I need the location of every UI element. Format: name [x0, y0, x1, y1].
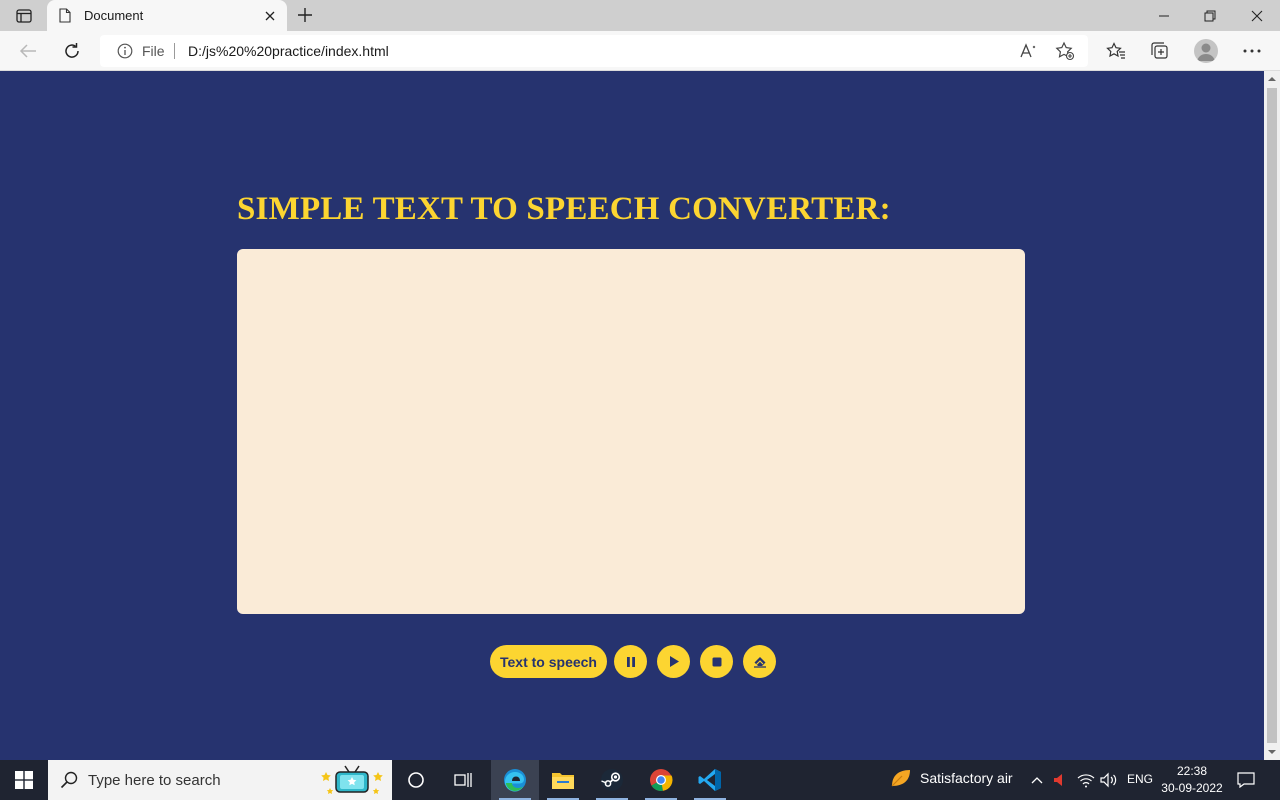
new-tab-button[interactable] [294, 4, 316, 26]
steam-icon [601, 769, 623, 791]
chevron-up-icon [1031, 777, 1043, 784]
air-quality-leaf-icon [891, 770, 910, 787]
play-button[interactable] [657, 645, 690, 678]
page-viewport: SIMPLE TEXT TO SPEECH CONVERTER: Text to… [0, 71, 1264, 760]
tab-close-button[interactable] [261, 7, 279, 25]
collections-button[interactable] [1145, 36, 1175, 66]
scroll-down-button[interactable] [1264, 744, 1280, 760]
show-hidden-icons-button[interactable] [1027, 770, 1047, 790]
stop-button[interactable] [700, 645, 733, 678]
info-icon[interactable] [117, 43, 133, 59]
notification-center-button[interactable] [1232, 768, 1260, 792]
minimize-icon [1159, 15, 1169, 16]
search-highlight-tv-icon [321, 765, 383, 794]
browser-tab-bar: Document [0, 0, 1280, 31]
favorites-button[interactable] [1101, 36, 1131, 66]
read-aloud-icon [1020, 43, 1036, 58]
taskbar-steam[interactable] [588, 760, 636, 800]
read-aloud-button[interactable] [1017, 40, 1041, 62]
star-add-icon [1055, 41, 1075, 61]
close-icon [1251, 10, 1263, 21]
volume-icon [1100, 772, 1117, 788]
collections-icon [1151, 42, 1168, 59]
pause-icon [626, 656, 635, 667]
pause-button[interactable] [614, 645, 647, 678]
tab-actions-icon [16, 9, 32, 23]
search-icon [60, 771, 78, 789]
restore-button[interactable] [1187, 0, 1233, 31]
input-language[interactable]: ENG [1127, 772, 1153, 786]
weather-text: Satisfactory air [920, 770, 1013, 786]
clock-date: 30-09-2022 [1161, 781, 1223, 795]
scroll-thumb[interactable] [1267, 88, 1277, 743]
url-text[interactable]: D:/js%20%20practice/index.html [188, 43, 389, 59]
refresh-icon [65, 43, 79, 58]
taskbar-search[interactable]: Type here to search [48, 760, 392, 800]
stop-icon [712, 657, 721, 666]
clear-button[interactable] [743, 645, 776, 678]
speech-text-input[interactable] [237, 249, 1025, 614]
chrome-icon [650, 769, 673, 791]
edge-browser-icon [504, 769, 526, 792]
search-placeholder: Type here to search [88, 772, 221, 789]
red-speaker-icon [1054, 774, 1062, 786]
weather-widget[interactable]: Satisfactory air [890, 768, 1013, 788]
profile-avatar[interactable] [1194, 39, 1218, 63]
start-button[interactable] [0, 760, 48, 800]
address-separator [174, 43, 175, 59]
profile-icon [1197, 43, 1215, 61]
favorites-icon [1106, 42, 1125, 59]
play-icon [669, 656, 679, 667]
caret-up-icon [1268, 77, 1276, 81]
task-view-icon [454, 773, 472, 787]
page-scrollbar[interactable] [1264, 71, 1280, 760]
text-to-speech-button[interactable]: Text to speech [490, 645, 607, 678]
back-arrow-icon [19, 44, 36, 58]
network-button[interactable] [1076, 770, 1096, 790]
notification-icon [1237, 772, 1255, 788]
taskbar-cortana[interactable] [392, 760, 440, 800]
url-scheme-label: File [142, 43, 165, 59]
more-dots-icon [1243, 49, 1261, 53]
vscode-icon [698, 769, 721, 791]
speech-controls: Text to speech [490, 645, 786, 678]
wifi-icon [1077, 774, 1095, 788]
browser-tab[interactable]: Document [47, 0, 287, 31]
folder-icon [552, 773, 574, 789]
volume-button[interactable] [1099, 770, 1119, 790]
taskbar-vscode[interactable] [686, 760, 734, 800]
browser-toolbar: File D:/js%20%20practice/index.html [0, 31, 1280, 71]
taskbar-file-explorer[interactable] [539, 760, 587, 800]
taskbar-task-view[interactable] [440, 760, 488, 800]
scroll-up-button[interactable] [1264, 71, 1280, 87]
address-bar[interactable]: File D:/js%20%20practice/index.html [100, 35, 1088, 67]
tab-actions-button[interactable] [8, 3, 40, 29]
tray-app-icon[interactable] [1050, 770, 1070, 790]
taskbar-chrome[interactable] [637, 760, 685, 800]
close-icon [265, 11, 275, 21]
refresh-button[interactable] [57, 36, 87, 66]
add-favorite-button[interactable] [1053, 40, 1077, 62]
eraser-icon [753, 656, 766, 668]
caret-down-icon [1268, 750, 1276, 754]
settings-more-button[interactable] [1237, 36, 1267, 66]
system-clock[interactable]: 22:38 30-09-2022 [1160, 763, 1224, 797]
windows-taskbar: Type here to search Satisfactory air ENG… [0, 760, 1280, 800]
restore-icon [1204, 10, 1216, 21]
windows-logo-icon [15, 771, 33, 789]
back-button[interactable] [13, 36, 43, 66]
cortana-circle-icon [408, 772, 424, 788]
page-title: SIMPLE TEXT TO SPEECH CONVERTER: [237, 191, 891, 227]
clock-time: 22:38 [1176, 764, 1208, 778]
document-icon [59, 8, 71, 23]
minimize-button[interactable] [1141, 0, 1187, 31]
close-window-button[interactable] [1234, 0, 1280, 31]
tab-title: Document [84, 8, 144, 23]
plus-icon [298, 8, 312, 22]
taskbar-edge[interactable] [491, 760, 539, 800]
